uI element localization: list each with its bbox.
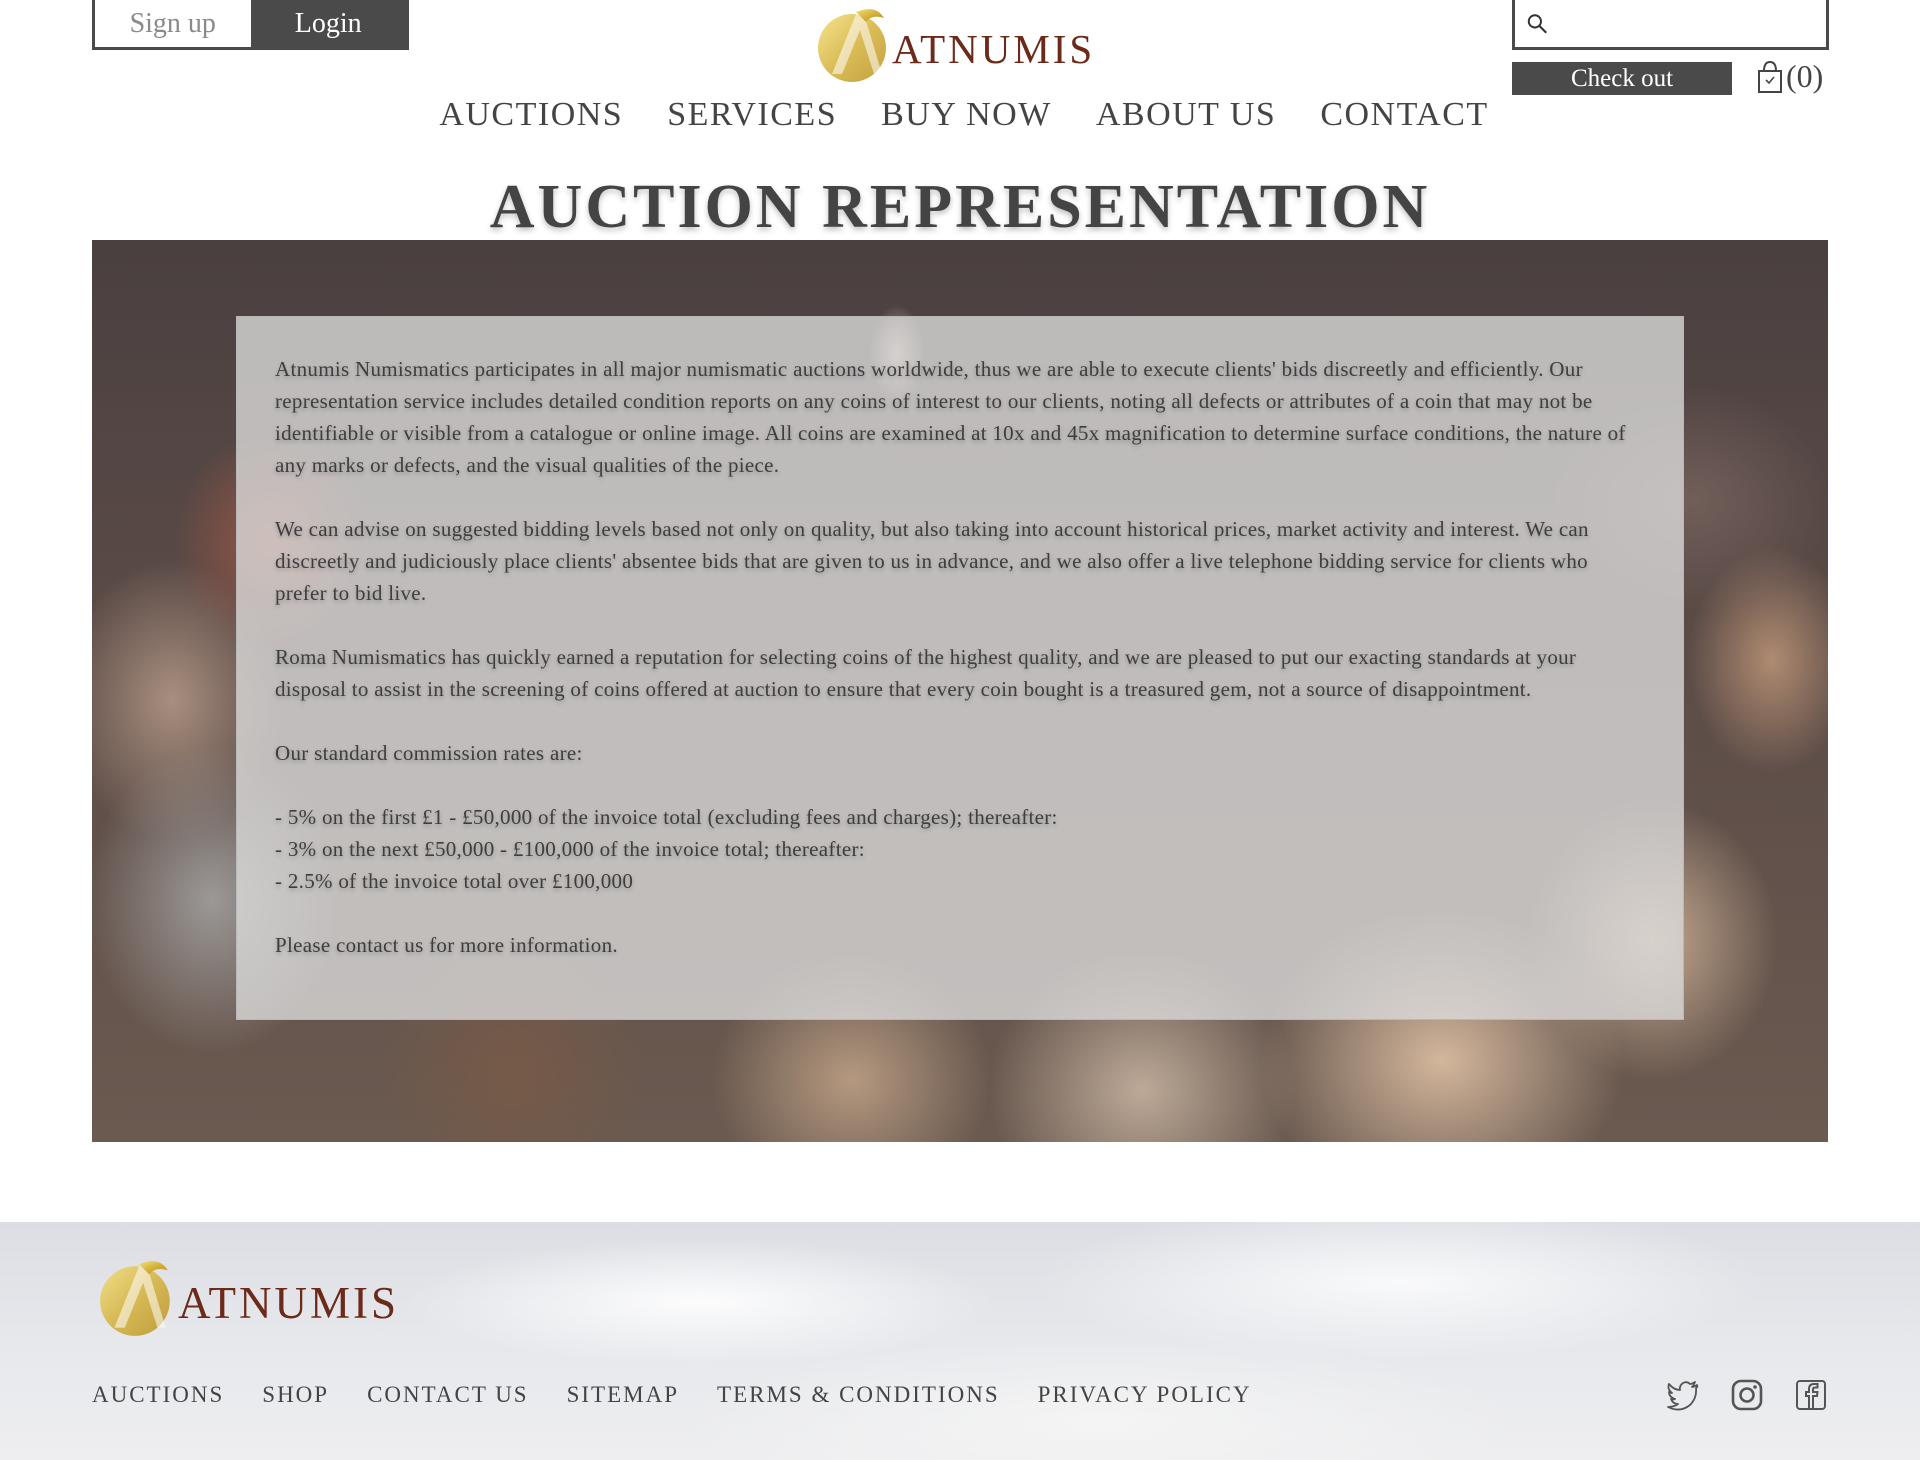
footer-link-privacy[interactable]: PRIVACY POLICY <box>1038 1382 1252 1408</box>
twitter-icon[interactable] <box>1666 1378 1700 1412</box>
eagle-logo-icon <box>818 9 886 82</box>
paragraph-bidding: We can advise on suggested bidding level… <box>275 517 1589 605</box>
rate-item: - 2.5% of the invoice total over £100,00… <box>275 869 634 893</box>
paragraph-rates-heading: Our standard commission rates are: <box>275 741 583 765</box>
facebook-icon[interactable] <box>1794 1378 1828 1412</box>
page-title: AUCTION REPRESENTATION <box>489 173 1431 241</box>
footer-link-auctions[interactable]: AUCTIONS <box>92 1382 224 1408</box>
rate-item: - 5% on the first £1 - £50,000 of the in… <box>275 805 1058 829</box>
logo-text: ATNUMIS <box>892 26 1096 72</box>
footer-logo[interactable]: ATNUMIS <box>92 1256 399 1340</box>
nav-services[interactable]: SERVICES <box>667 96 837 134</box>
main-nav: AUCTIONS SERVICES BUY NOW ABOUT US CONTA… <box>0 96 1920 134</box>
footer-link-terms[interactable]: TERMS & CONDITIONS <box>717 1382 1000 1408</box>
shopping-bag-icon <box>1758 60 1782 93</box>
content-panel: Atnumis Numismatics participates in all … <box>236 316 1684 1020</box>
search-box[interactable] <box>1512 0 1829 50</box>
signup-button[interactable]: Sign up <box>95 0 251 47</box>
nav-buy-now[interactable]: BUY NOW <box>881 96 1052 134</box>
login-button[interactable]: Login <box>250 0 406 47</box>
rates-list: - 5% on the first £1 - £50,000 of the in… <box>275 801 1645 897</box>
instagram-icon[interactable] <box>1730 1378 1764 1412</box>
search-input[interactable] <box>1556 0 1826 47</box>
auth-buttons: Sign up Login <box>92 0 409 50</box>
footer-link-sitemap[interactable]: SITEMAP <box>567 1382 679 1408</box>
footer-link-shop[interactable]: SHOP <box>262 1382 329 1408</box>
footer-link-contact-us[interactable]: CONTACT US <box>367 1382 529 1408</box>
cart-link[interactable]: (0) <box>1756 58 1823 95</box>
social-links <box>1666 1378 1828 1412</box>
site-logo[interactable]: ATNUMIS <box>812 4 1095 86</box>
search-icon <box>1527 13 1547 33</box>
nav-about-us[interactable]: ABOUT US <box>1096 96 1276 134</box>
hero-background-image: Atnumis Numismatics participates in all … <box>92 240 1828 1142</box>
paragraph-intro: Atnumis Numismatics participates in all … <box>275 357 1626 477</box>
nav-contact[interactable]: CONTACT <box>1320 96 1488 134</box>
footer-nav: AUCTIONS SHOP CONTACT US SITEMAP TERMS &… <box>92 1382 1252 1408</box>
cart-count: (0) <box>1786 58 1824 94</box>
checkout-button[interactable]: Check out <box>1512 62 1732 95</box>
footer-logo-text: ATNUMIS <box>178 1278 400 1328</box>
paragraph-reputation: Roma Numismatics has quickly earned a re… <box>275 645 1577 701</box>
nav-auctions[interactable]: AUCTIONS <box>439 96 623 134</box>
paragraph-closing: Please contact us for more information. <box>275 933 618 957</box>
eagle-logo-icon <box>100 1261 170 1336</box>
rate-item: - 3% on the next £50,000 - £100,000 of t… <box>275 837 865 861</box>
